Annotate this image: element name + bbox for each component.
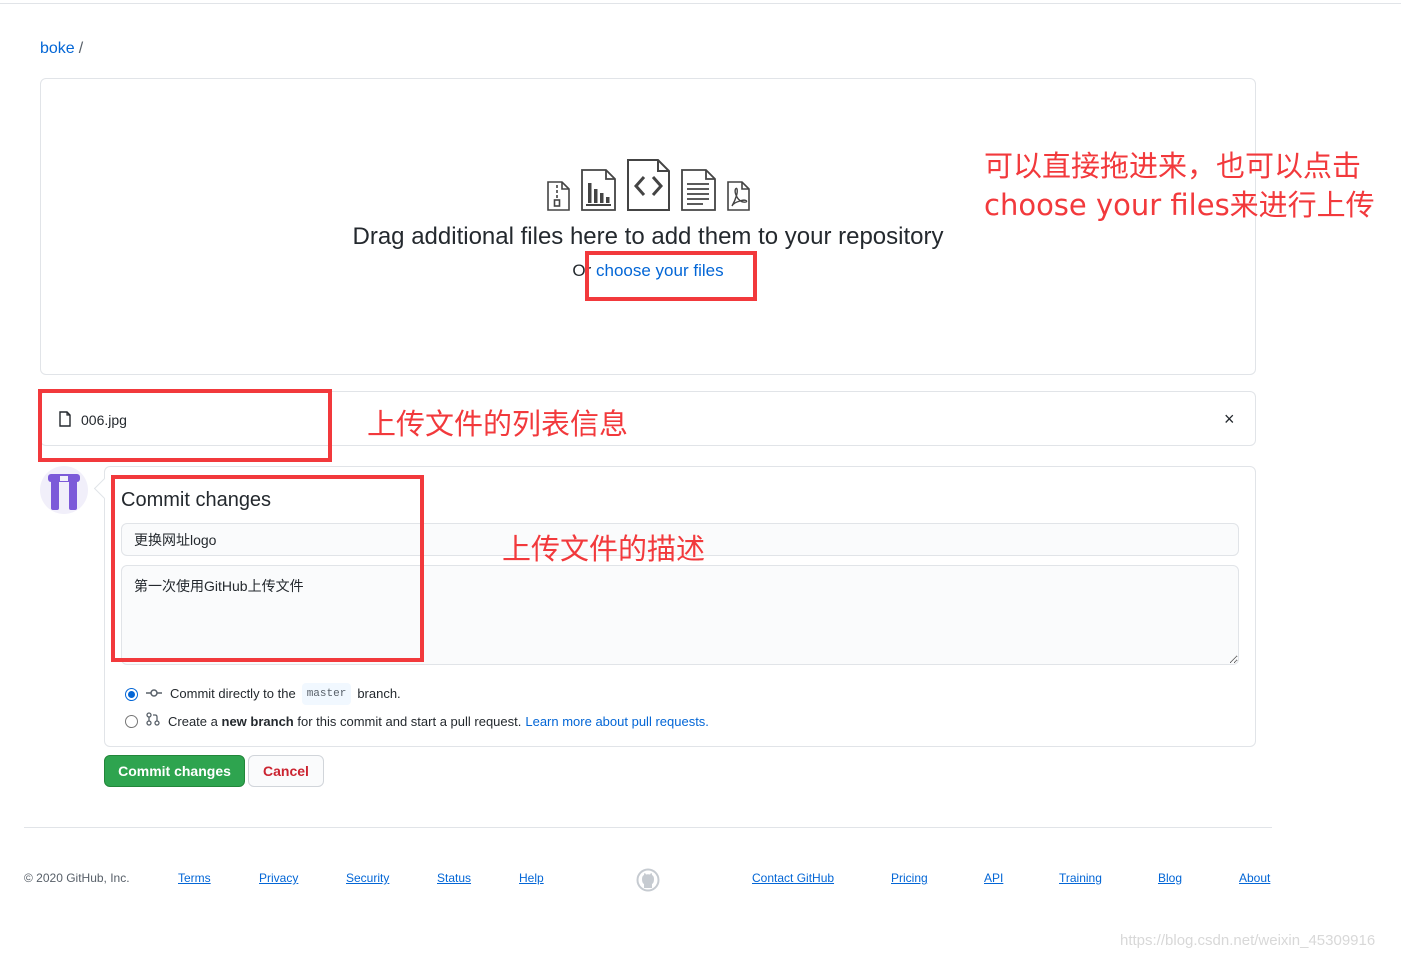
new-branch-option[interactable]: Create a new branch for this commit and … xyxy=(125,712,709,731)
footer-divider xyxy=(24,827,1272,828)
file-code-icon xyxy=(627,159,670,211)
file-drop-zone[interactable]: Drag additional files here to add them t… xyxy=(40,78,1256,375)
annotation-description-note: 上传文件的描述 xyxy=(502,532,706,566)
footer-link-about[interactable]: About xyxy=(1239,870,1270,886)
file-chart-icon xyxy=(581,169,616,211)
avatar xyxy=(40,466,88,514)
annotation-drag-note-line1: 可以直接拖进来，也可以点击 xyxy=(984,149,1362,183)
annotation-file-list-note: 上传文件的列表信息 xyxy=(367,407,629,441)
file-zip-icon xyxy=(547,181,570,211)
commit-direct-radio[interactable] xyxy=(125,687,138,701)
annotation-drag-note-line2: choose your files来进行上传 xyxy=(984,188,1375,222)
breadcrumb-repo-link[interactable]: boke xyxy=(40,40,75,57)
footer-link-api[interactable]: API xyxy=(984,870,1003,886)
top-divider xyxy=(0,3,1401,4)
drop-zone-title: Drag additional files here to add them t… xyxy=(352,223,944,250)
github-logo-icon[interactable] xyxy=(636,868,660,897)
footer-link-status[interactable]: Status xyxy=(437,870,471,886)
git-commit-icon xyxy=(146,685,162,703)
commit-changes-button[interactable]: Commit changes xyxy=(104,755,245,787)
learn-more-pull-requests-link[interactable]: Learn more about pull requests. xyxy=(525,713,709,731)
breadcrumb: boke / xyxy=(40,38,83,60)
new-branch-prefix: Create a xyxy=(168,713,218,729)
avatar-identicon xyxy=(48,474,80,510)
new-branch-radio[interactable] xyxy=(125,715,138,728)
cancel-button[interactable]: Cancel xyxy=(248,755,324,787)
footer-link-help[interactable]: Help xyxy=(519,870,544,886)
commit-direct-suffix: branch. xyxy=(357,686,401,701)
footer-link-security[interactable]: Security xyxy=(346,870,389,886)
branch-name: master xyxy=(301,683,352,705)
breadcrumb-separator: / xyxy=(78,40,84,57)
git-pull-request-icon xyxy=(146,712,160,731)
file-pdf-icon xyxy=(727,181,750,211)
annotation-box-choose-files xyxy=(585,251,757,301)
footer-link-terms[interactable]: Terms xyxy=(178,870,211,886)
footer-link-privacy[interactable]: Privacy xyxy=(259,870,298,886)
footer-link-training[interactable]: Training xyxy=(1059,870,1102,886)
footer-link-contact[interactable]: Contact GitHub xyxy=(752,870,834,886)
commit-direct-text: Commit directly to the xyxy=(170,686,296,701)
remove-file-button[interactable]: × xyxy=(1224,408,1235,430)
new-branch-bold: new branch xyxy=(221,713,294,729)
annotation-box-commit-message xyxy=(111,475,424,662)
new-branch-rest: for this commit and start a pull request… xyxy=(297,713,522,729)
file-text-icon xyxy=(681,169,716,211)
annotation-box-file-list xyxy=(38,389,332,462)
watermark: https://blog.csdn.net/weixin_45309916 xyxy=(1120,932,1376,949)
footer-copyright: © 2020 GitHub, Inc. xyxy=(24,871,130,885)
commit-direct-option[interactable]: Commit directly to the master branch. xyxy=(125,683,401,705)
footer-link-blog[interactable]: Blog xyxy=(1158,870,1182,886)
footer-link-pricing[interactable]: Pricing xyxy=(891,870,928,886)
